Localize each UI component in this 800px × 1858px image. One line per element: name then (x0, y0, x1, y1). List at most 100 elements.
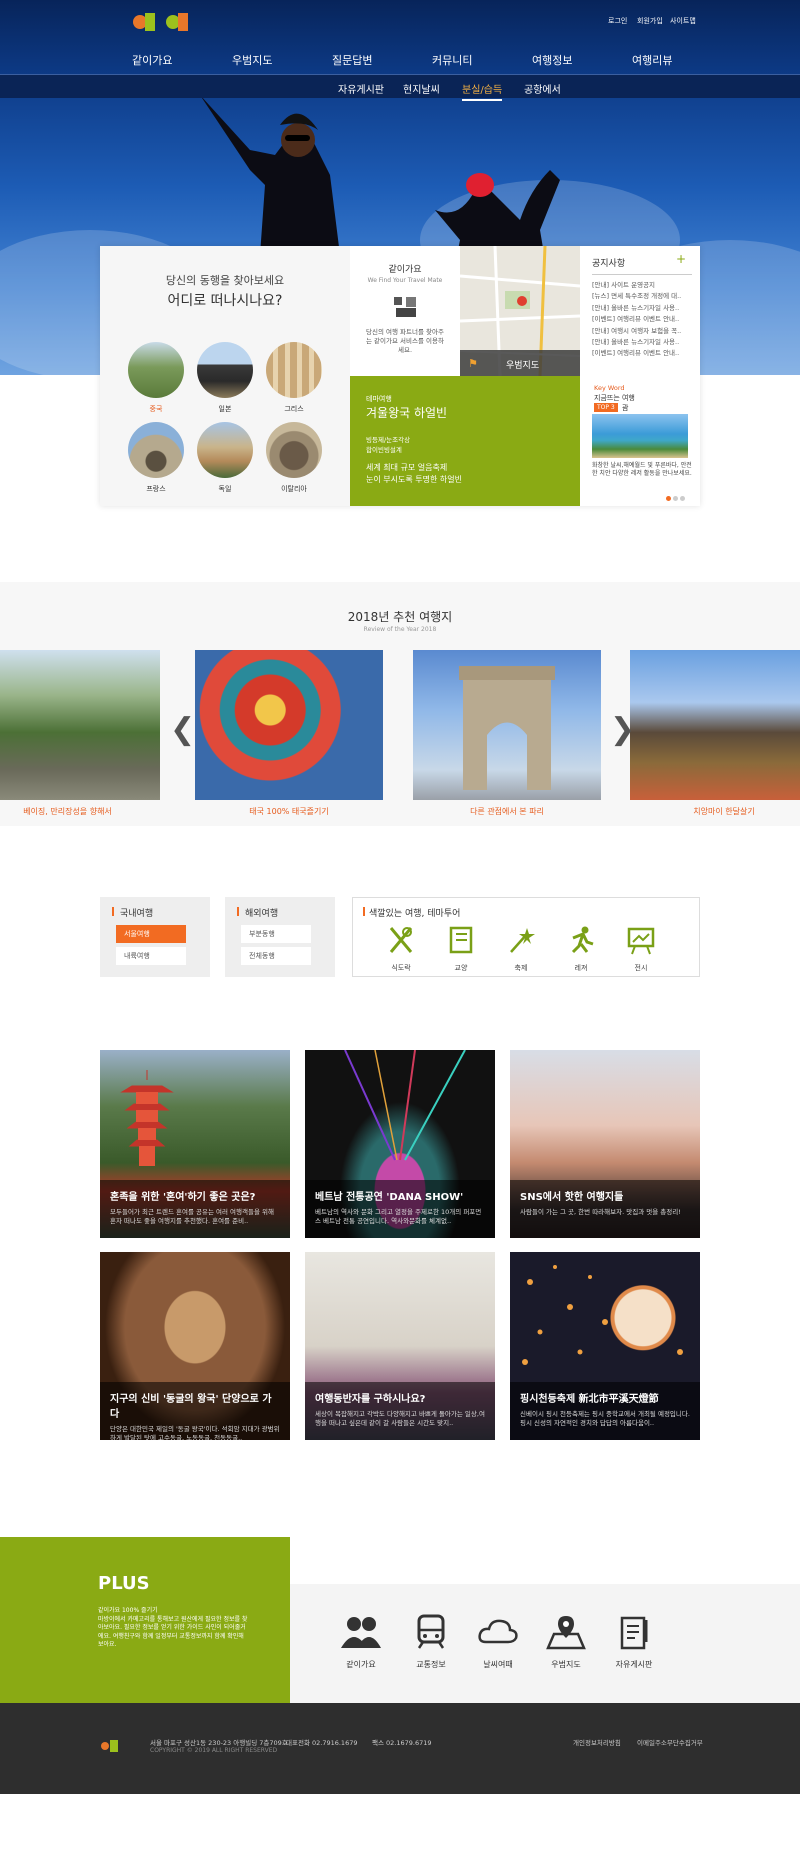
theme-festival[interactable]: 축제 (501, 924, 541, 973)
pin-icon: ⚑ (468, 357, 478, 370)
theme-trip-box[interactable]: 테마여행 겨울왕국 하얼빈 빙등제/눈조각상 합이빈빙설계 세계 최대 규모 얼… (350, 376, 580, 506)
train-icon (417, 1614, 445, 1649)
article-card[interactable]: 지구의 신비 '동굴의 왕국' 단양으로 가다 단양은 대한민국 제일의 '동굴… (100, 1252, 290, 1440)
slide-caption: 치앙마이 한달살기 (693, 807, 755, 816)
util-join[interactable]: 회원가입 (637, 16, 663, 26)
card-caption: 핑시천등축제 新北市平溪天燈節 신베이시 핑시 천등축제는 핑시 중학교에서 개… (510, 1382, 700, 1440)
notice-item[interactable]: [이벤트] 여행리뷰 이벤트 안내.. (592, 348, 698, 359)
plus-free-board[interactable]: 자유게시판 (608, 1614, 660, 1670)
gnb-item-review[interactable]: 여행리뷰 (632, 52, 672, 68)
plus-crime-map[interactable]: 우범지도 (540, 1614, 592, 1670)
card-title: 지구의 신비 '동굴의 왕국' 단양으로 가다 (110, 1394, 272, 1420)
pager-dot[interactable] (673, 496, 678, 501)
overseas-full-button[interactable]: 전체동행 (241, 947, 311, 965)
domestic-seoul-button[interactable]: 서울여행 (116, 925, 186, 943)
card-caption: 여행동반자를 구하시나요? 세상이 복잡해지고 각박도 다양해지고 바쁘게 돌아… (305, 1382, 495, 1440)
util-sitemap[interactable]: 사이트맵 (670, 16, 696, 26)
country-france[interactable]: 프랑스 (128, 422, 184, 494)
arc-triomphe-image (128, 422, 184, 478)
theme-desc: 눈이 부시도록 투명한 하얼빈 (366, 475, 462, 484)
notice-item[interactable]: [뉴스] 면세 특수조정 개정에 대.. (592, 291, 698, 302)
notice-list: [안내] 사이트 운영공지 [뉴스] 면세 특수조정 개정에 대.. [안내] … (592, 280, 698, 360)
notice-item[interactable]: [안내] 사이트 운영공지 (592, 280, 698, 291)
card-desc: 사람들이 가는 그 곳, 한번 따라해보자. 맛집과 멋을 총정리! (520, 1208, 681, 1216)
map-tile[interactable]: ⚑ 우범지도 (460, 246, 580, 376)
notepad-icon (620, 1616, 648, 1650)
title-bar (237, 907, 239, 916)
gnb-item-qna[interactable]: 질문답변 (332, 52, 372, 68)
theme-tag: 합이빈빙설계 (366, 446, 402, 454)
main-nav: 같이가요 우범지도 질문답변 커뮤니티 여행정보 여행리뷰 (0, 44, 800, 74)
notice-item[interactable]: [이벤트] 여행리뷰 이벤트 안내.. (592, 314, 698, 325)
light-beams-image (344, 1050, 466, 1161)
theme-leisure[interactable]: 레져 (561, 924, 601, 973)
slide-chiangmai[interactable] (630, 650, 800, 800)
card-title: 베트남 전통공연 'DANA SHOW' (315, 1192, 464, 1203)
lnb-item-airport[interactable]: 공항에서 (524, 81, 561, 96)
sub-nav: 자유게시판 현지날씨 분실/습득 공항에서 (0, 74, 800, 101)
slide-caption: 태국 100% 태국즐기기 (249, 807, 329, 816)
intro-sub: We Find Your Travel Mate (367, 277, 443, 284)
country-italy[interactable]: 이탈리아 (266, 422, 322, 494)
overseas-box: 해외여행 부분동행 전체동행 (225, 897, 335, 977)
germany-castle-image (197, 422, 253, 478)
gnb-item-community[interactable]: 커뮤니티 (432, 52, 472, 68)
plus-together[interactable]: 같이가요 (335, 1614, 387, 1670)
great-wall-image (128, 342, 184, 398)
lnb-item-lost-found[interactable]: 분실/습득 (462, 81, 503, 101)
country-china[interactable]: 중국 (128, 342, 184, 414)
recommend-sub: Review of the Year 2018 (363, 626, 437, 633)
theme-tag: 빙등제/눈조각상 (366, 436, 411, 444)
footer-privacy-link[interactable]: 개인정보처리방침 (573, 1737, 621, 1747)
footer: 서울 마포구 성산1동 230-23 아행빌딩 7층709호 대표전화 02.7… (0, 1703, 800, 1794)
notice-item[interactable]: [안내] 올바른 뉴스기자일 사용.. (592, 337, 698, 348)
util-login[interactable]: 로그인 (608, 16, 627, 26)
article-card[interactable]: 여행동반자를 구하시나요? 세상이 복잡해지고 각박도 다양해지고 바쁘게 돌아… (305, 1252, 495, 1440)
notice-item[interactable]: [안내] 여행시 여행자 보험을 꼭.. (592, 326, 698, 337)
domestic-inland-button[interactable]: 내륙여행 (116, 947, 186, 965)
article-card[interactable]: 베트남 전통공연 'DANA SHOW' 베트남의 역사와 문화 그리고 열정을… (305, 1050, 495, 1238)
slide-great-wall[interactable] (0, 650, 160, 800)
keyword-title: 지금뜨는 여행 (594, 394, 635, 402)
footer-address: 서울 마포구 성산1동 230-23 아행빌딩 7층709호 (150, 1739, 288, 1747)
greece-columns-image (266, 342, 322, 398)
site-logo[interactable] (130, 8, 194, 36)
easel-icon (627, 927, 655, 955)
card-desc: 세상이 복잡해지고 각박도 다양해지고 바쁘게 돌아가는 일상,여행을 떠나고 … (315, 1410, 485, 1427)
card-title: 혼족을 위한 '혼여'하기 좋은 곳은? (110, 1192, 256, 1203)
card-desc: 모두들어가 최근 트렌드 혼여를 공유는 여러 여행객들을 위해 혼자 떠나도 … (110, 1208, 274, 1225)
gnb-item-crime-map[interactable]: 우범지도 (232, 52, 272, 68)
country-greece[interactable]: 그리스 (266, 342, 322, 414)
theme-label: 테마여행 (366, 395, 392, 403)
people-icon (341, 1617, 381, 1648)
plus-weather[interactable]: 날씨여때 (472, 1614, 524, 1670)
notice-more-button[interactable]: + (676, 252, 686, 266)
overseas-partial-button[interactable]: 부분동행 (241, 925, 311, 943)
theme-food[interactable]: 식도락 (381, 924, 421, 973)
gnb-item-together[interactable]: 같이가요 (132, 52, 172, 68)
article-card[interactable]: 혼족을 위한 '혼여'하기 좋은 곳은? 모두들어가 최근 트렌드 혼여를 공유… (100, 1050, 290, 1238)
notice-item[interactable]: [안내] 올바른 뉴스기자일 사용.. (592, 303, 698, 314)
slide-thailand-dragon[interactable] (195, 650, 383, 800)
card-caption: SNS에서 핫한 여행지들 사람들이 가는 그 곳, 한번 따라해보자. 맛집과… (510, 1180, 700, 1238)
slide-paris[interactable] (413, 650, 601, 800)
theme-exhibition[interactable]: 전시 (621, 924, 661, 973)
footer-email-link[interactable]: 이메일주소무단수집거부 (637, 1737, 703, 1747)
lnb-item-free-board[interactable]: 자유게시판 (338, 81, 384, 96)
keyword-desc: 화창한 날씨,해예월드 및 푸른바다, 안전한 치안 다양한 레저 활동을 만나… (592, 462, 692, 477)
article-card[interactable]: 핑시천등축제 新北市平溪天燈節 신베이시 핑시 천등축제는 핑시 중학교에서 개… (510, 1252, 700, 1440)
country-germany[interactable]: 독일 (197, 422, 253, 494)
country-japan[interactable]: 일본 (197, 342, 253, 414)
pager-dot-active[interactable] (666, 496, 671, 501)
slide-next-button[interactable]: ❯ (610, 712, 635, 747)
slide-prev-button[interactable]: ❮ (170, 712, 195, 747)
theme-culture[interactable]: 교양 (441, 924, 481, 973)
pager-dot[interactable] (680, 496, 685, 501)
gnb-item-travel-info[interactable]: 여행정보 (532, 52, 572, 68)
plus-transport[interactable]: 교통정보 (405, 1614, 457, 1670)
article-card[interactable]: SNS에서 핫한 여행지들 사람들이 가는 그 곳, 한번 따라해보자. 맛집과… (510, 1050, 700, 1238)
lnb-item-weather[interactable]: 현지날씨 (403, 81, 440, 96)
card-caption: 베트남 전통공연 'DANA SHOW' 베트남의 역사와 문화 그리고 열정을… (305, 1180, 495, 1238)
intro-desc: 당신의 여행 파트너를 찾아주는 같이가요 서비스를 이용하세요. (366, 328, 444, 354)
country-search: 당신의 동행을 찾아보세요 어디로 떠나시나요? 중국 일본 그리스 프랑스 독… (100, 246, 350, 506)
